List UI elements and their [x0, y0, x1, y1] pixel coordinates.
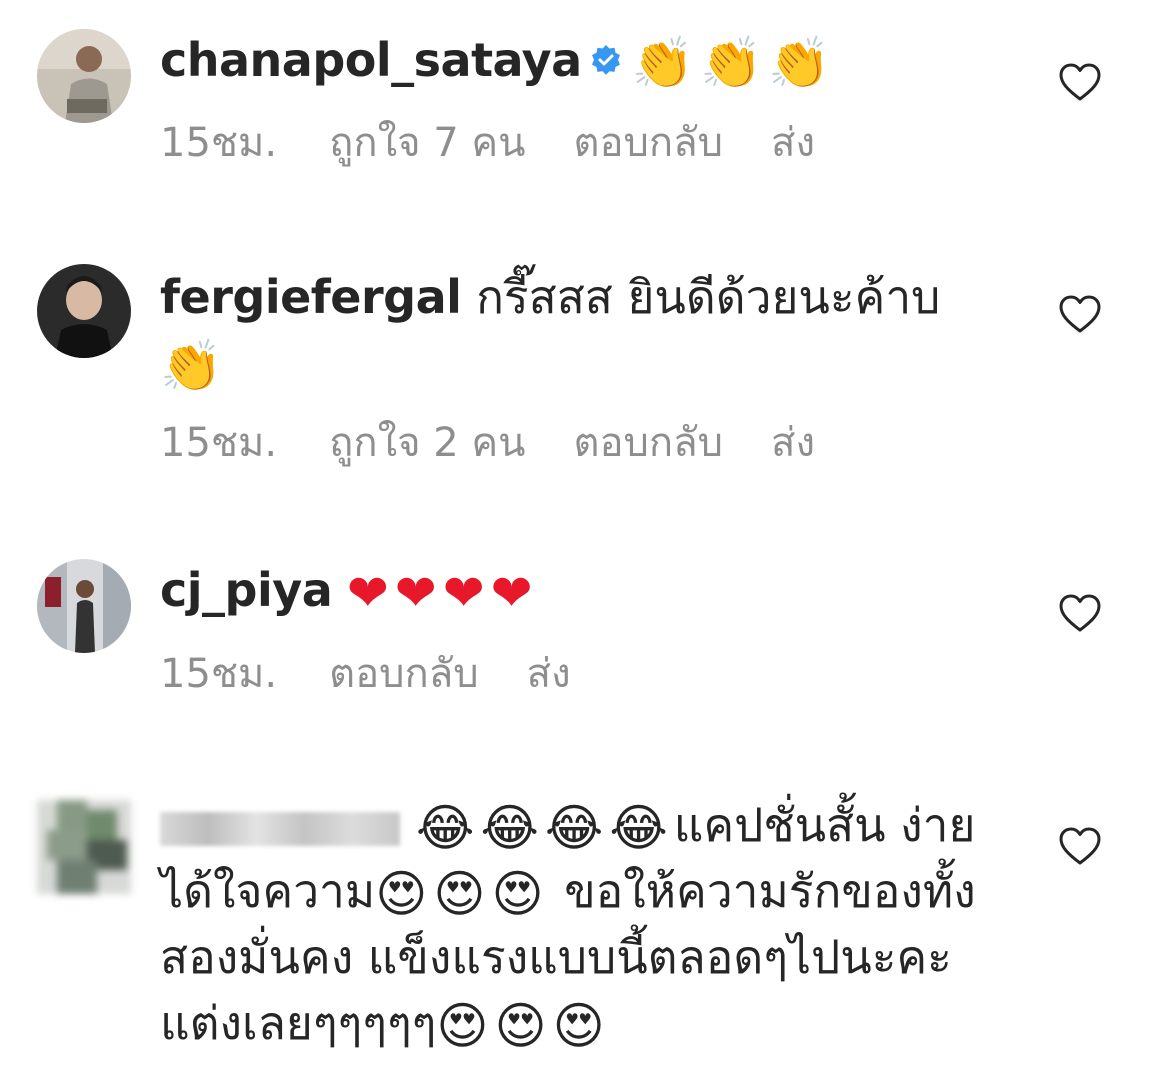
avatar[interactable]	[37, 29, 131, 123]
avatar[interactable]	[37, 559, 131, 653]
heart-outline-icon	[1059, 594, 1101, 632]
red-heart-emoji: ❤	[346, 564, 389, 622]
like-button[interactable]	[1058, 294, 1102, 334]
comment-body: กรี๊สสส ยินดีด้วยนะค้าบ	[476, 270, 941, 324]
send-button[interactable]: ส่ง	[771, 420, 815, 466]
heart-outline-icon	[1059, 827, 1101, 865]
red-heart-emoji: ❤	[442, 564, 485, 622]
clapping-hands-emoji: 👏	[631, 34, 694, 92]
tears-of-joy-emoji: 😂	[609, 799, 668, 857]
comment-time: 15ชม.	[160, 651, 278, 697]
comment-text: 😂 😂 😂 😂 แคปชั่นสั้น ง่ายได้ใจความ😍 😍 😍 ขอให้คว…	[160, 792, 1020, 1056]
send-button[interactable]: ส่ง	[527, 651, 571, 697]
clapping-hands-emoji: 👏	[699, 34, 763, 92]
like-button[interactable]	[1058, 62, 1102, 102]
comment-item: fergiefergal กรี๊สสส ยินดีด้วยนะค้าบ 👏 1…	[0, 260, 1170, 500]
send-button[interactable]: ส่ง	[771, 120, 815, 166]
tears-of-joy-emoji: 😂	[544, 799, 604, 857]
reply-button[interactable]: ตอบกลับ	[574, 120, 724, 166]
comment-meta: 15ชม. ตอบกลับ ส่ง	[160, 649, 619, 699]
likes-count-link[interactable]: ถูกใจ 7 คน	[329, 120, 525, 166]
comment-item: 😂 😂 😂 😂 แคปชั่นสั้น ง่ายได้ใจความ😍 😍 😍 ขอให้คว…	[0, 770, 1170, 1090]
like-button[interactable]	[1058, 826, 1102, 866]
red-heart-emoji: ❤	[394, 564, 437, 622]
heart-eyes-emoji: 😍	[552, 997, 605, 1055]
comment-meta: 15ชม. ถูกใจ 7 คน ตอบกลับ ส่ง	[160, 118, 863, 168]
username-redacted[interactable]	[160, 811, 400, 846]
avatar-image	[37, 800, 131, 894]
avatar[interactable]	[37, 264, 131, 358]
comment-meta: 15ชม. ถูกใจ 2 คน ตอบกลับ ส่ง	[160, 418, 863, 468]
username[interactable]: chanapol_sataya	[160, 33, 582, 87]
reply-button[interactable]: ตอบกลับ	[329, 651, 479, 697]
comment-time: 15ชม.	[160, 120, 278, 166]
comment-item: chanapol_sataya 👏 👏 👏 15ชม. ถูกใจ 7 คน ตอบกลั…	[0, 0, 1170, 200]
heart-eyes-emoji: 😍	[491, 865, 544, 923]
comment-text: fergiefergal กรี๊สสส ยินดีด้วยนะค้าบ 👏	[160, 264, 1020, 396]
heart-outline-icon	[1059, 63, 1101, 101]
avatar[interactable]	[37, 800, 131, 894]
heart-eyes-emoji: 😍	[436, 997, 489, 1055]
clapping-hands-emoji: 👏	[160, 337, 223, 395]
heart-eyes-emoji: 😍	[375, 865, 428, 923]
comment-item: cj_piya ❤ ❤ ❤ ❤ 15ชม. ตอบกลับ ส่ง	[0, 555, 1170, 725]
avatar-image	[37, 29, 131, 123]
reply-button[interactable]: ตอบกลับ	[574, 420, 724, 466]
tears-of-joy-emoji: 😂	[416, 799, 475, 857]
comment-text: cj_piya ❤ ❤ ❤ ❤	[160, 557, 1020, 623]
username[interactable]: fergiefergal	[160, 270, 462, 324]
tears-of-joy-emoji: 😂	[480, 799, 539, 857]
username[interactable]: cj_piya	[160, 563, 333, 617]
heart-outline-icon	[1059, 295, 1101, 333]
verified-badge-icon	[591, 44, 620, 75]
comment-time: 15ชม.	[160, 420, 278, 466]
clapping-hands-emoji: 👏	[768, 34, 831, 92]
red-heart-emoji: ❤	[490, 564, 533, 622]
heart-eyes-emoji: 😍	[433, 865, 486, 923]
likes-count-link[interactable]: ถูกใจ 2 คน	[329, 420, 525, 466]
avatar-image	[37, 559, 131, 653]
comment-text: chanapol_sataya 👏 👏 👏	[160, 27, 1020, 93]
like-button[interactable]	[1058, 593, 1102, 633]
heart-eyes-emoji: 😍	[494, 997, 547, 1055]
avatar-image	[37, 264, 131, 358]
